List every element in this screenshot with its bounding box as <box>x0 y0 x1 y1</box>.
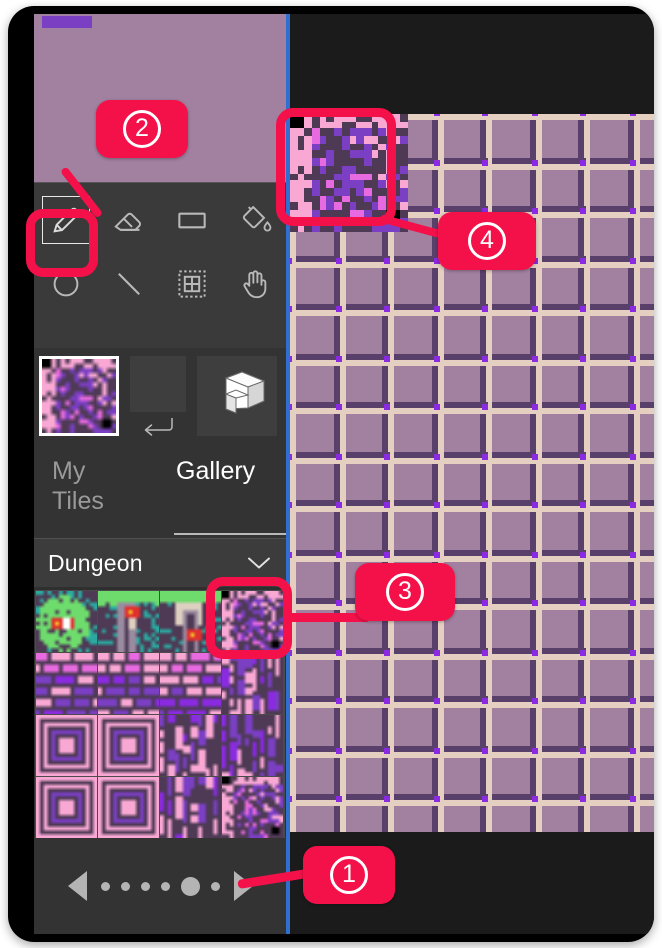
vertical-stripe-tile <box>222 653 283 714</box>
pager-dot-active[interactable] <box>180 876 200 896</box>
hand-icon <box>242 270 266 299</box>
gallery-tile[interactable] <box>98 653 159 714</box>
active-tile-art <box>42 359 116 433</box>
gallery-tile[interactable] <box>36 653 97 714</box>
preview-pixel-strip <box>42 16 92 28</box>
pager-dot[interactable] <box>210 881 220 891</box>
tool-palette <box>34 182 286 348</box>
tab-gallery-label: Gallery <box>176 457 256 485</box>
chevron-down-icon <box>246 555 272 576</box>
tab-gallery[interactable]: Gallery <box>176 456 255 486</box>
pink-diagonal-tile <box>222 591 283 652</box>
tab-active-indicator <box>174 533 286 535</box>
brick-wall-tile-a <box>36 653 97 714</box>
pager-next-arrow-icon[interactable] <box>233 871 253 901</box>
toolbar-divider <box>34 182 286 183</box>
tool-circle[interactable] <box>34 252 97 316</box>
brick-wall-tile-b <box>98 653 159 714</box>
gallery-tile[interactable] <box>36 715 97 776</box>
tab-my-tiles-line1: My <box>52 457 86 485</box>
undo-button[interactable] <box>130 412 186 442</box>
tool-pan[interactable] <box>223 252 286 316</box>
doorway-tile <box>160 591 221 652</box>
brick-wall-tile-c <box>160 653 221 714</box>
pager-dot[interactable] <box>140 881 150 891</box>
category-dropdown-label: Dungeon <box>48 549 143 576</box>
grid-select-icon <box>177 270 206 298</box>
tab-my-tiles-line2: Tiles <box>52 487 104 515</box>
pager-prev-arrow-icon[interactable] <box>67 871 87 901</box>
gallery-tile[interactable] <box>160 653 221 714</box>
tool-line[interactable] <box>97 252 160 316</box>
device-screen: My Tiles Gallery Dungeon <box>34 14 654 934</box>
gallery-tile[interactable] <box>222 591 283 652</box>
stripe-tile-b <box>222 715 283 776</box>
asset-row <box>34 348 286 448</box>
tab-my-tiles[interactable]: My Tiles <box>52 456 162 516</box>
gallery-tile[interactable] <box>222 777 283 838</box>
device-frame: My Tiles Gallery Dungeon <box>8 6 654 942</box>
pager-dot[interactable] <box>160 881 170 891</box>
door-mushroom-tile <box>98 591 159 652</box>
gallery-tile[interactable] <box>222 653 283 714</box>
gallery-tile[interactable] <box>160 777 221 838</box>
spiral-tile-d <box>98 777 159 838</box>
tool-rectangle[interactable] <box>160 188 223 252</box>
tool-eraser[interactable] <box>97 188 160 252</box>
stripe-tile-a <box>160 715 221 776</box>
gallery-tile[interactable] <box>98 591 159 652</box>
tab-bar: My Tiles Gallery <box>34 448 286 538</box>
paint-bucket-icon <box>242 205 271 232</box>
gallery-tile[interactable] <box>222 715 283 776</box>
eraser-icon <box>113 212 141 231</box>
canvas-area[interactable] <box>286 14 654 934</box>
line-icon <box>117 273 140 295</box>
diagonal-tile <box>222 777 283 838</box>
3d-block-icon <box>224 371 266 414</box>
category-dropdown[interactable]: Dungeon <box>34 538 286 587</box>
stripe-tile-c <box>160 777 221 838</box>
pager-dot[interactable] <box>120 881 130 891</box>
pager-dot[interactable] <box>100 881 110 891</box>
map-preview-pane[interactable] <box>34 14 286 182</box>
tool-fill[interactable] <box>223 188 286 252</box>
tile-map-art <box>290 114 654 832</box>
gallery-tile[interactable] <box>36 777 97 838</box>
tile-gallery-grid[interactable] <box>35 590 285 838</box>
gallery-tile[interactable] <box>160 715 221 776</box>
app-root: My Tiles Gallery Dungeon 2 4 3 1 <box>0 0 662 948</box>
spiral-tile-c <box>36 777 97 838</box>
spiral-tile-b <box>98 715 159 776</box>
undo-arrow-icon <box>144 418 173 436</box>
tool-pencil[interactable] <box>34 188 97 252</box>
gallery-pager[interactable] <box>34 838 286 934</box>
tool-select[interactable] <box>160 252 223 316</box>
tile-map-canvas[interactable] <box>290 114 654 832</box>
3d-block-button[interactable] <box>197 356 277 436</box>
tool-grid <box>34 188 286 316</box>
active-tile-swatch[interactable] <box>39 356 119 436</box>
grass-torch-tile <box>36 591 97 652</box>
gallery-tile[interactable] <box>36 591 97 652</box>
gallery-tile[interactable] <box>160 591 221 652</box>
circle-icon <box>53 271 78 297</box>
spiral-tile-a <box>36 715 97 776</box>
blank-tile-swatch[interactable] <box>130 356 186 412</box>
gallery-tile[interactable] <box>98 715 159 776</box>
rectangle-icon <box>177 212 206 229</box>
tool-selection-box <box>41 196 90 244</box>
sidebar: My Tiles Gallery Dungeon <box>34 14 286 934</box>
gallery-tile[interactable] <box>98 777 159 838</box>
